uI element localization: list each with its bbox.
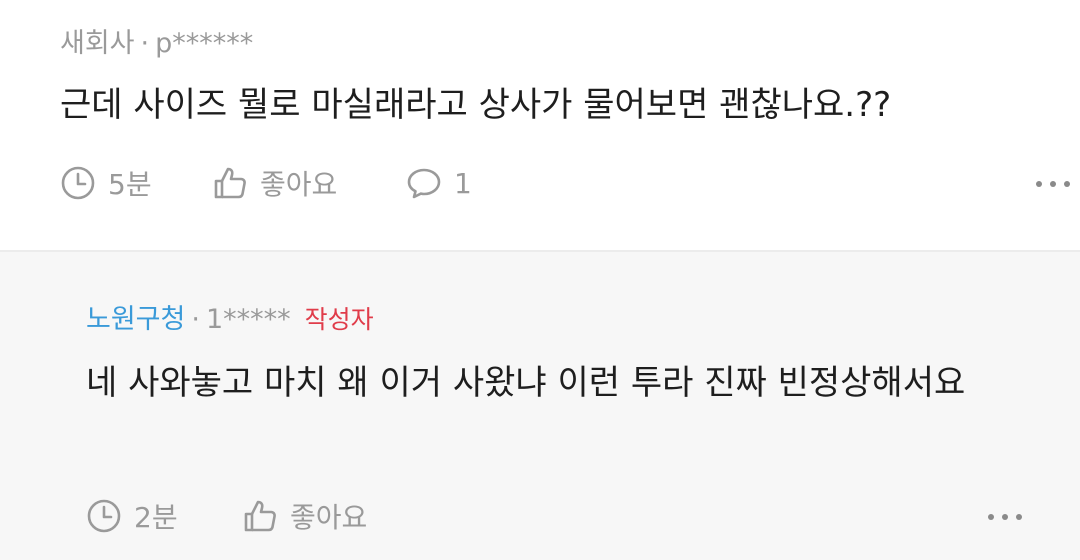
reply-text: 네 사와놓고 마치 왜 이거 사왔냐 이런 투라 진짜 빈정상해서요 [86, 363, 966, 403]
clock-icon [86, 498, 122, 534]
reply-count: 1 [454, 166, 472, 200]
like-button[interactable]: 좋아요 [212, 163, 337, 203]
user-id: p****** [155, 28, 254, 59]
comment-bubble-icon [406, 165, 442, 201]
like-label: 좋아요 [290, 501, 368, 534]
comment-item: 새회사 · p****** 근데 사이즈 뭘로 마실래라고 상사가 물어보면 괜찮나… [0, 0, 1080, 250]
meta-separator: · [140, 28, 150, 59]
author-badge: 작성자 [304, 305, 374, 334]
time-label: 2분 [134, 501, 178, 534]
reply-button[interactable]: 1 [406, 163, 472, 203]
timestamp: 2분 [86, 496, 178, 536]
reply-actions: 2분 좋아요 [86, 496, 1022, 536]
reply-meta: 노원구청 · 1***** 작성자 [86, 306, 374, 333]
thumbs-up-icon [242, 498, 278, 534]
company-name[interactable]: 노원구청 [86, 304, 185, 335]
company-name[interactable]: 새회사 [60, 28, 135, 59]
timestamp: 5분 [60, 163, 152, 203]
time-label: 5분 [108, 168, 152, 201]
user-id: 1***** [205, 304, 291, 335]
comment-meta: 새회사 · p****** [60, 30, 253, 57]
thumbs-up-icon [212, 165, 248, 201]
comment-text: 근데 사이즈 뭘로 마실래라고 상사가 물어보면 괜찮나요.?? [60, 85, 892, 125]
more-options-icon[interactable] [1036, 169, 1070, 199]
like-label: 좋아요 [260, 168, 338, 201]
reply-item: 노원구청 · 1***** 작성자 네 사와놓고 마치 왜 이거 사왔냐 이런 투라 … [0, 252, 1080, 560]
meta-separator: · [191, 304, 200, 335]
more-options-icon[interactable] [988, 502, 1022, 532]
like-button[interactable]: 좋아요 [242, 496, 367, 536]
comment-actions: 5분 좋아요 1 [60, 163, 1070, 203]
clock-icon [60, 165, 96, 201]
